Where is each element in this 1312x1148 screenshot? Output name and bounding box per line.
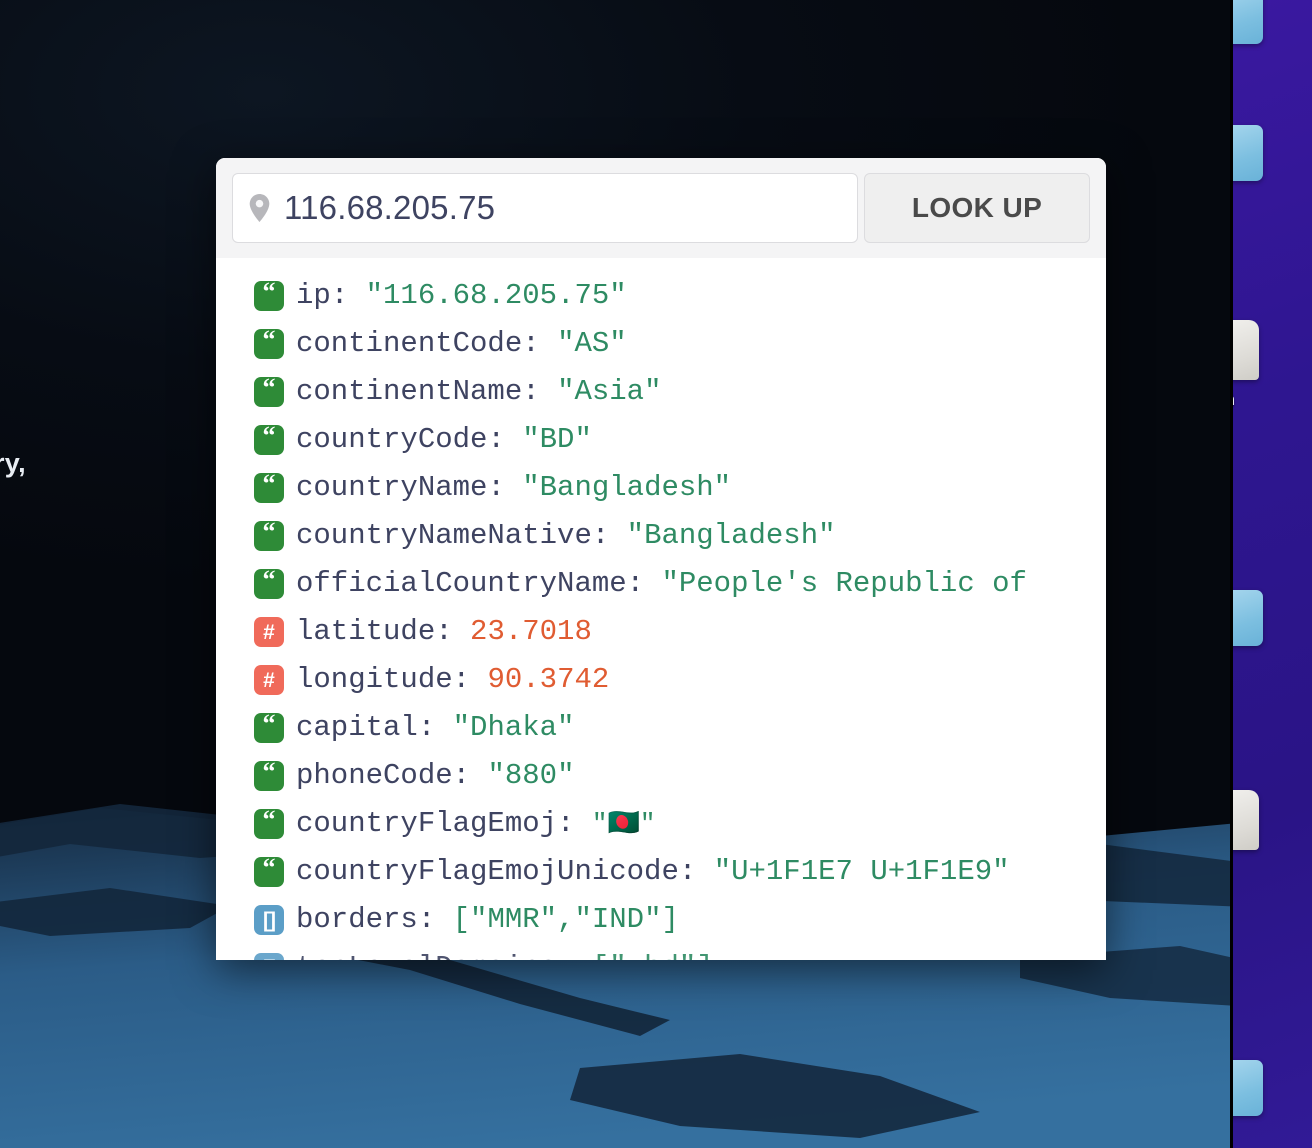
desktop-icon-label: n_man er.zip xyxy=(1233,389,1311,431)
json-value: "Bangladesh" xyxy=(626,519,836,552)
string-type-icon: “ xyxy=(254,279,284,311)
string-type-icon: “ xyxy=(254,375,284,407)
json-row[interactable]: “ countryFlagEmoj: "🇧🇩" xyxy=(254,800,1106,848)
json-key: continentName xyxy=(296,375,523,408)
string-type-icon: “ xyxy=(254,855,284,887)
look-up-button[interactable]: LOOK UP xyxy=(864,173,1090,243)
json-value: "U+1F1E7 U+1F1E9" xyxy=(713,855,1010,888)
file-icon xyxy=(1233,125,1263,181)
json-key: countryName xyxy=(296,471,488,504)
json-key: phoneCode xyxy=(296,759,453,792)
panel-header: LOOK UP xyxy=(216,158,1106,258)
json-row[interactable]: “ capital: "Dhaka" xyxy=(254,704,1106,752)
json-row[interactable]: “ continentCode: "AS" xyxy=(254,320,1106,368)
desktop-icon-strip[interactable]: p n_man er.zip tos ge alina ].dmg xyxy=(1230,0,1312,1148)
json-key: countryCode xyxy=(296,423,488,456)
json-key: borders xyxy=(296,903,418,936)
string-type-icon: “ xyxy=(254,711,284,743)
json-value: 23.7018 xyxy=(470,615,592,648)
json-row[interactable]: “ countryFlagEmojUnicode: "U+1F1E7 U+1F1… xyxy=(254,848,1106,896)
json-value-flag-emoji: "🇧🇩" xyxy=(591,809,656,839)
json-value: "Asia" xyxy=(557,375,662,408)
document-icon xyxy=(1233,790,1259,850)
ip-address-input[interactable] xyxy=(284,189,841,227)
desktop-icon-4[interactable]: alina ].dmg xyxy=(1233,790,1312,901)
json-value: "BD" xyxy=(522,423,592,456)
json-value: "People's Republic of xyxy=(661,567,1027,600)
string-type-icon: “ xyxy=(254,807,284,839)
string-type-icon: “ xyxy=(254,327,284,359)
json-row[interactable]: [] borders: ["MMR","IND"] xyxy=(254,896,1106,944)
json-value: "Dhaka" xyxy=(452,711,575,744)
desktop-icon-3[interactable]: tos ge xyxy=(1233,590,1312,697)
json-key: continentCode xyxy=(296,327,523,360)
json-value: "Bangladesh" xyxy=(522,471,732,504)
json-row[interactable]: “ ip: "116.68.205.75" xyxy=(254,272,1106,320)
file-icon xyxy=(1233,0,1263,44)
file-icon xyxy=(1233,590,1263,646)
json-row[interactable]: “ officialCountryName: "People's Republi… xyxy=(254,560,1106,608)
array-type-icon: [] xyxy=(254,905,284,935)
string-type-icon: “ xyxy=(254,423,284,455)
json-value: "AS" xyxy=(557,327,627,360)
json-value: [".bd"] xyxy=(592,944,714,960)
desktop-icon-label: p xyxy=(1233,190,1311,211)
array-type-icon: [] xyxy=(254,953,284,960)
json-row[interactable]: [] topLevelDomains: [".bd"] xyxy=(254,944,1106,960)
file-icon xyxy=(1233,1060,1263,1116)
json-value: "116.68.205.75" xyxy=(365,279,627,312)
json-key: latitude xyxy=(296,615,436,648)
desktop-icon-0[interactable] xyxy=(1233,0,1312,53)
desktop-icon-label: tos ge xyxy=(1233,655,1311,697)
json-value: ["MMR","IND"] xyxy=(452,903,679,936)
json-row[interactable]: “ countryName: "Bangladesh" xyxy=(254,464,1106,512)
desktop-icon-5[interactable] xyxy=(1233,1060,1312,1116)
json-row[interactable]: # latitude: 23.7018 xyxy=(254,608,1106,656)
document-icon xyxy=(1233,320,1259,380)
json-key: countryNameNative xyxy=(296,519,592,552)
json-value: 90.3742 xyxy=(487,663,610,696)
background-text-fragment: ry, xyxy=(0,448,26,478)
string-type-icon: “ xyxy=(254,567,284,599)
json-row[interactable]: # longitude: 90.3742 xyxy=(254,656,1106,704)
string-type-icon: “ xyxy=(254,471,284,503)
json-key: longitude xyxy=(296,663,453,696)
json-key: officialCountryName xyxy=(296,567,627,600)
number-type-icon: # xyxy=(254,617,284,647)
desktop-icon-1[interactable]: p xyxy=(1233,125,1312,211)
json-row[interactable]: “ countryCode: "BD" xyxy=(254,416,1106,464)
desktop-icon-2[interactable]: n_man er.zip xyxy=(1233,320,1312,431)
ip-search-field[interactable] xyxy=(232,173,858,243)
json-result-list: “ ip: "116.68.205.75" “ continentCode: "… xyxy=(216,258,1106,960)
json-key: countryFlagEmoj xyxy=(296,807,558,840)
json-key: capital xyxy=(296,711,418,744)
json-key: topLevelDomains xyxy=(296,944,557,960)
json-row[interactable]: “ continentName: "Asia" xyxy=(254,368,1106,416)
desktop-icon-label: alina ].dmg xyxy=(1233,859,1311,901)
json-row[interactable]: “ countryNameNative: "Bangladesh" xyxy=(254,512,1106,560)
json-key: countryFlagEmojUnicode xyxy=(296,855,679,888)
json-value: "880" xyxy=(487,759,575,792)
string-type-icon: “ xyxy=(254,759,284,791)
string-type-icon: “ xyxy=(254,519,284,551)
map-pin-icon xyxy=(249,194,270,222)
ip-lookup-panel: LOOK UP “ ip: "116.68.205.75" “ continen… xyxy=(216,158,1106,960)
json-row[interactable]: “ phoneCode: "880" xyxy=(254,752,1106,800)
number-type-icon: # xyxy=(254,665,284,695)
json-key: ip xyxy=(296,279,331,312)
